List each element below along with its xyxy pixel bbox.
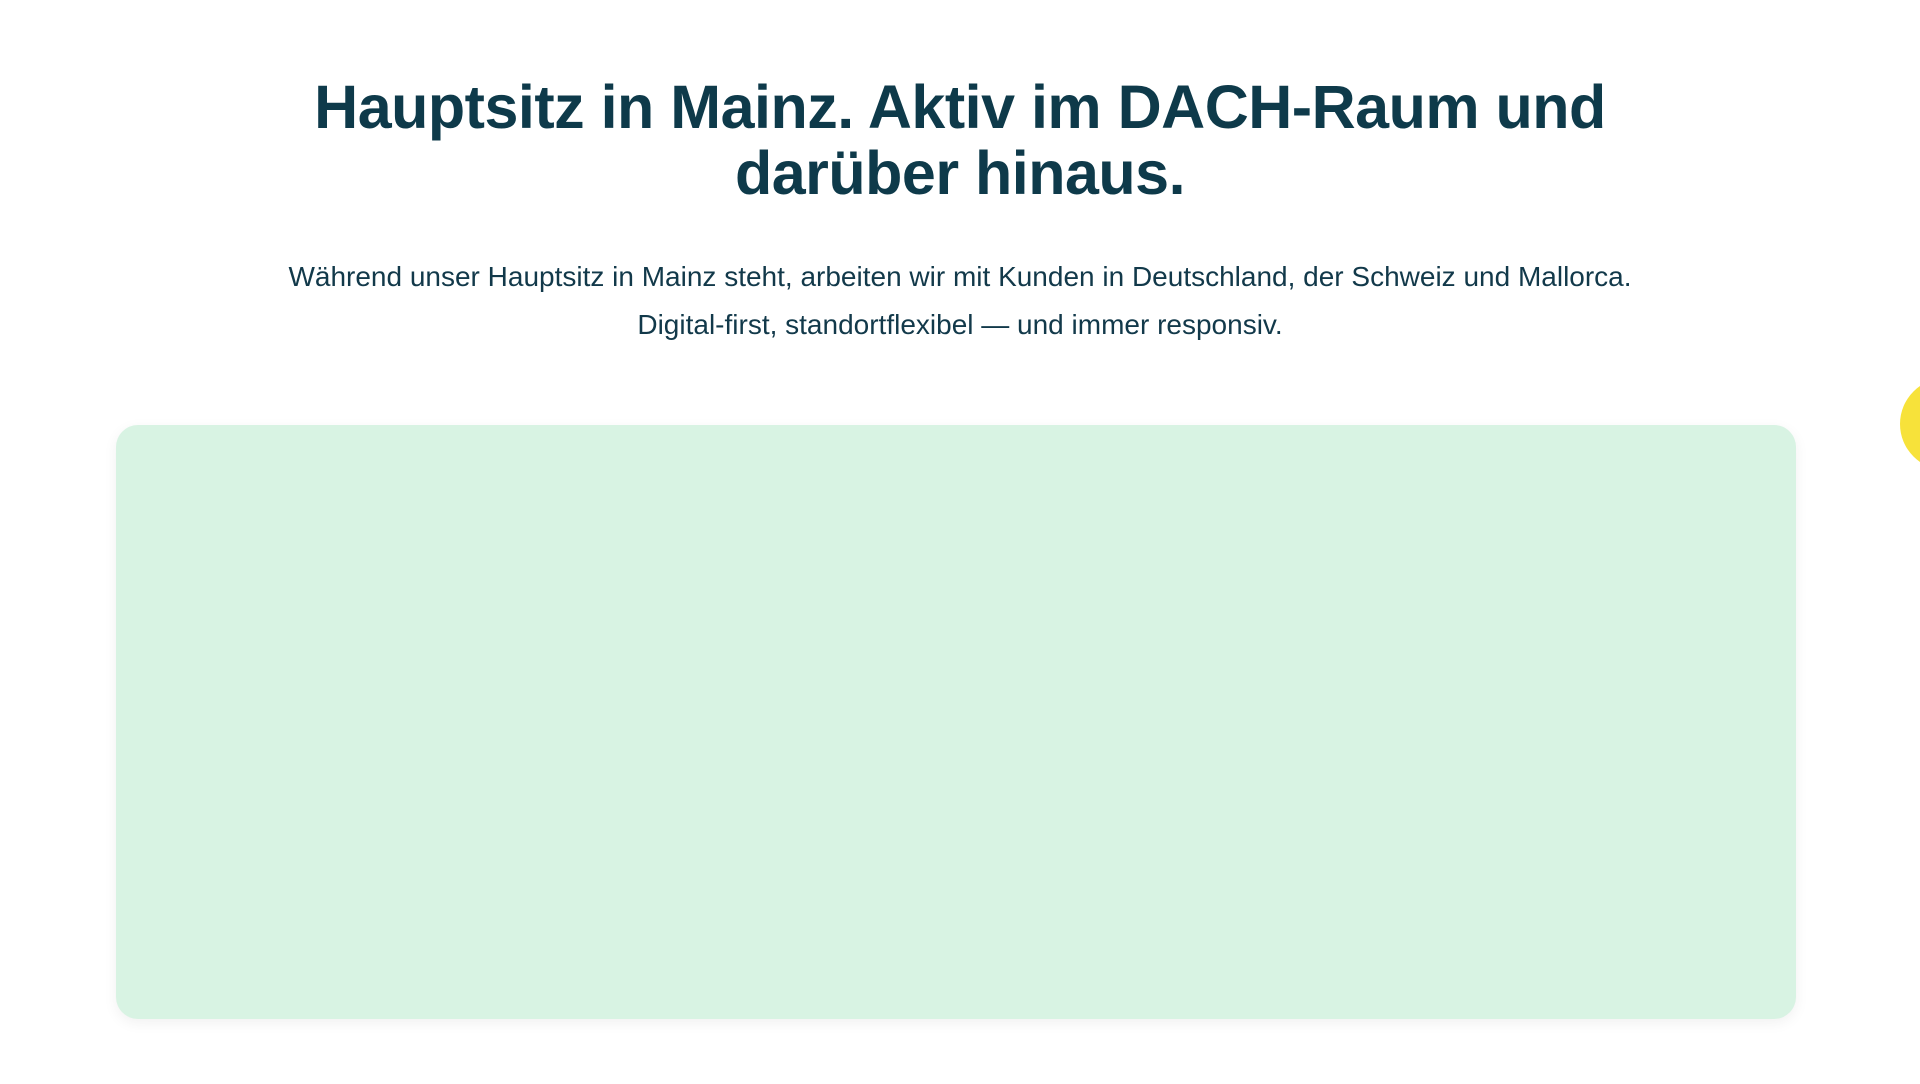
- page-subtitle: Während unser Hauptsitz in Mainz steht, …: [0, 253, 1920, 349]
- page-subtitle-line-1: Während unser Hauptsitz in Mainz steht, …: [288, 261, 1632, 292]
- page-title-line-2: darüber hinaus.: [734, 139, 1186, 207]
- page: Hauptsitz in Mainz. Aktiv im DACH-Raum u…: [0, 0, 1920, 1084]
- map-panel: [116, 425, 1796, 1019]
- floating-action-button[interactable]: [1900, 378, 1920, 470]
- page-title-line-1: Hauptsitz in Mainz. Aktiv im DACH-Raum u…: [314, 73, 1606, 141]
- page-subtitle-line-2: Digital-first, standortflexibel — und im…: [637, 309, 1283, 340]
- page-title: Hauptsitz in Mainz. Aktiv im DACH-Raum u…: [0, 74, 1920, 206]
